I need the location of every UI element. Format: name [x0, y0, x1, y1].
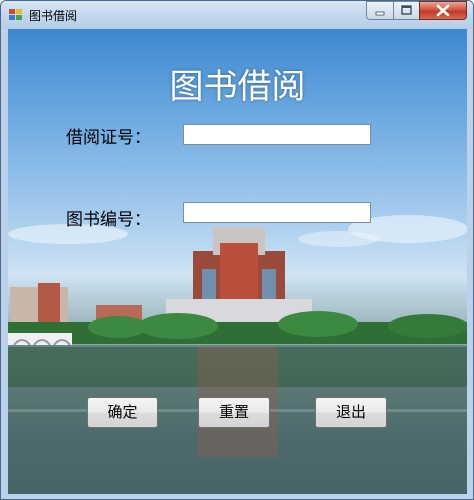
app-window: 图书借阅 图书借阅 借阅证号： 图书编号： 确定 重置 退出	[0, 0, 474, 500]
window-title: 图书借阅	[29, 9, 78, 23]
book-number-label: 图书编号：	[66, 210, 151, 230]
minimize-button[interactable]	[366, 1, 394, 20]
reset-button[interactable]: 重置	[198, 397, 270, 428]
maximize-icon	[401, 5, 412, 15]
close-button[interactable]	[419, 1, 467, 20]
borrow-card-label: 借阅证号：	[66, 128, 151, 148]
form-heading: 图书借阅	[169, 67, 306, 107]
confirm-button[interactable]: 确定	[87, 397, 158, 428]
minimize-icon	[375, 11, 385, 16]
title-bar[interactable]: 图书借阅	[1, 1, 473, 29]
borrow-card-input[interactable]	[183, 124, 371, 145]
maximize-button[interactable]	[393, 1, 420, 20]
book-number-input[interactable]	[183, 202, 371, 223]
form-icon	[9, 9, 22, 20]
close-icon	[436, 4, 450, 17]
exit-button[interactable]: 退出	[315, 397, 387, 428]
form-background: 图书借阅 借阅证号： 图书编号： 确定 重置 退出	[8, 29, 467, 494]
